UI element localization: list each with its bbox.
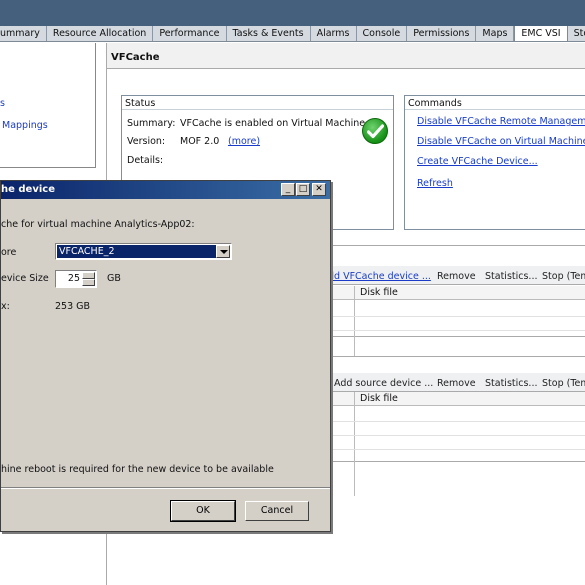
statistics-button[interactable]: Statistics... <box>485 271 538 282</box>
datastore-selected-value: VFCACHE_2 <box>57 245 216 258</box>
commands-group-title: Commands <box>408 98 462 109</box>
stop-button[interactable]: Stop (Tem <box>542 378 585 389</box>
max-size-value: 253 GB <box>55 301 91 312</box>
tab-permissions[interactable]: Permissions <box>407 26 477 41</box>
add-source-device-button[interactable]: Add source device ... <box>334 378 433 389</box>
tab-console[interactable]: Console <box>356 26 408 41</box>
device-size-unit: GB <box>107 273 121 284</box>
nav-link-mappings[interactable]: Mappings <box>2 120 48 131</box>
device-size-label: evice Size <box>1 273 49 284</box>
column-disk-file: Disk file <box>360 287 398 298</box>
green-checkmark-icon <box>362 118 388 144</box>
tab-alarms[interactable]: Alarms <box>310 26 357 41</box>
statistics-button[interactable]: Statistics... <box>485 378 538 389</box>
close-button[interactable]: ✕ <box>312 183 326 196</box>
tab-storage-views[interactable]: Storage V <box>567 26 585 41</box>
create-vfcache-device-dialog: he device _ □ ✕ che for virtual machine … <box>0 180 331 532</box>
refresh-link[interactable]: Refresh <box>417 178 453 189</box>
section-header: VFCache <box>107 43 585 69</box>
minimize-button[interactable]: _ <box>281 183 295 196</box>
add-vfcache-device-button[interactable]: dd VFCache device ... <box>328 271 431 282</box>
chevron-down-icon[interactable] <box>216 245 230 258</box>
remove-button[interactable]: Remove <box>437 271 476 282</box>
section-title: VFCache <box>111 52 160 63</box>
title-strip <box>0 0 585 26</box>
dialog-titlebar[interactable]: he device _ □ ✕ <box>1 181 330 199</box>
dialog-separator <box>1 487 330 489</box>
column-disk-file: Disk file <box>360 393 398 404</box>
nav-link-partial[interactable]: s <box>0 98 5 109</box>
tab-maps[interactable]: Maps <box>476 26 515 41</box>
stop-button[interactable]: Stop (Tem <box>542 271 585 282</box>
commands-group: Commands Disable VFCache Remote Manageme… <box>404 95 585 230</box>
dialog-title: he device <box>1 184 55 195</box>
disable-remote-management-link[interactable]: Disable VFCache Remote Management <box>417 116 585 127</box>
disable-vfcache-on-vm-link[interactable]: Disable VFCache on Virtual Machine <box>417 136 585 147</box>
summary-label: Summary: <box>127 118 176 129</box>
tab-emc-vsi[interactable]: EMC VSI <box>514 26 568 41</box>
more-link[interactable]: (more) <box>228 136 260 147</box>
status-group-title: Status <box>125 98 156 109</box>
create-vfcache-device-link[interactable]: Create VFCache Device... <box>417 156 538 167</box>
increment-arrow-icon[interactable] <box>82 272 95 279</box>
details-label: Details: <box>127 155 164 166</box>
cancel-button[interactable]: Cancel <box>245 501 309 521</box>
dialog-description: che for virtual machine Analytics-App02: <box>1 219 195 230</box>
ok-button[interactable]: OK <box>170 500 236 522</box>
tab-performance[interactable]: Performance <box>153 26 227 41</box>
tab-tasks-events[interactable]: Tasks & Events <box>226 26 311 41</box>
left-navigation-panel: s Mappings <box>0 43 96 168</box>
version-label: Version: <box>127 136 166 147</box>
remove-button[interactable]: Remove <box>437 378 476 389</box>
tab-resource-allocation[interactable]: Resource Allocation <box>46 26 154 41</box>
datastore-select[interactable]: VFCACHE_2 <box>55 243 232 260</box>
max-size-label: x: <box>1 301 10 312</box>
reboot-note: hine reboot is required for the new devi… <box>1 464 274 475</box>
tab-summary[interactable]: ummary <box>0 26 47 41</box>
version-value: MOF 2.0 <box>180 136 220 147</box>
tab-bar: ummary Resource Allocation Performance T… <box>0 26 585 42</box>
summary-value: VFCache is enabled on Virtual Machine <box>180 118 366 129</box>
decrement-arrow-icon[interactable] <box>82 279 95 286</box>
device-size-value: 25 <box>67 273 80 284</box>
maximize-button[interactable]: □ <box>296 183 310 196</box>
device-size-stepper[interactable]: 25 <box>55 270 97 288</box>
datastore-label: ore <box>1 247 17 258</box>
